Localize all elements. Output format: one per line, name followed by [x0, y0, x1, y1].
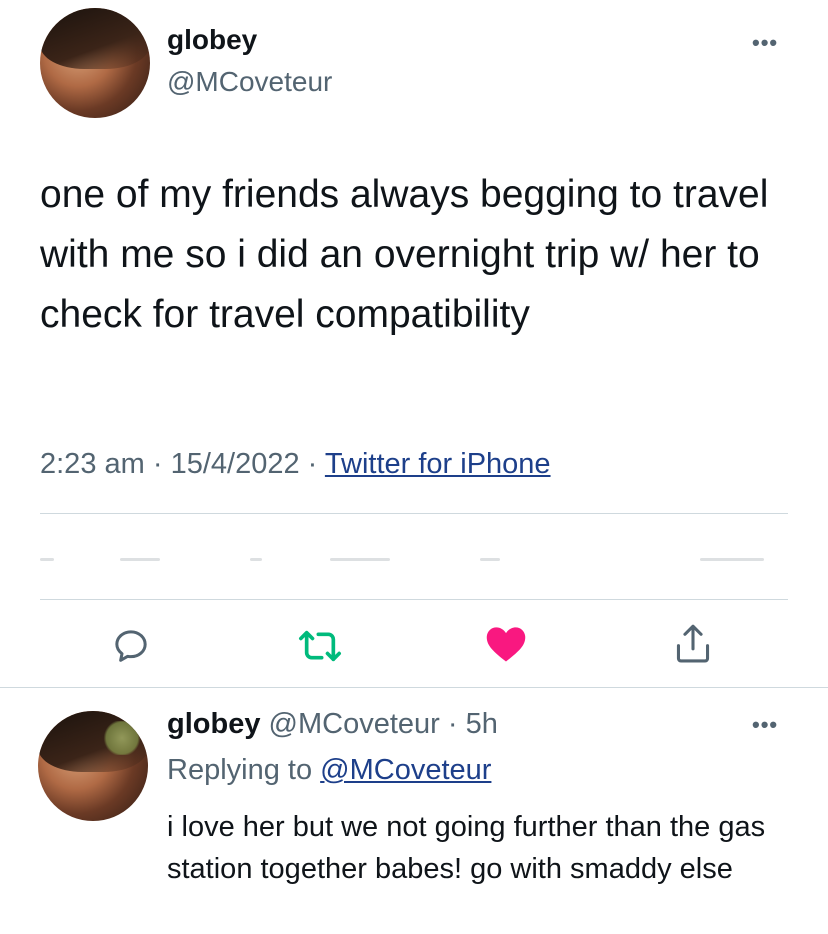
stats-smudge [250, 558, 262, 561]
avatar-hair-shape [40, 8, 150, 69]
like-icon [486, 627, 526, 662]
stats-smudge [120, 558, 160, 561]
author-name[interactable]: globey [167, 24, 257, 56]
retweet-button[interactable] [297, 623, 343, 669]
author-handle[interactable]: @MCoveteur [167, 66, 332, 98]
tweet-time: 2:23 am [40, 448, 145, 480]
stats-smudge [480, 558, 500, 561]
share-icon [676, 624, 710, 663]
stats-smudge [40, 558, 54, 561]
tweet-text: one of my friends always begging to trav… [40, 173, 769, 336]
reply-more-options-button[interactable]: ••• [752, 712, 778, 738]
more-options-button[interactable]: ••• [752, 30, 778, 56]
tweet-source-link[interactable]: Twitter for iPhone [325, 448, 551, 480]
meta-separator: · [307, 448, 318, 480]
reply-author-avatar[interactable] [38, 711, 148, 821]
replying-to-label: Replying to [167, 754, 313, 786]
reply-author-handle[interactable]: @MCoveteur [269, 708, 440, 740]
reply-separator: · [447, 708, 458, 740]
replying-to-line: Replying to @MCoveteur [167, 754, 491, 787]
divider [40, 599, 788, 600]
replying-to-mention[interactable]: @MCoveteur [320, 754, 491, 786]
reply-author-name[interactable]: globey [167, 708, 260, 740]
like-button[interactable] [483, 621, 529, 667]
tweet-meta: 2:23 am · 15/4/2022 · Twitter for iPhone [40, 448, 551, 481]
reply-icon [115, 630, 147, 662]
stats-smudge [330, 558, 390, 561]
reply-text: i love her but we not going further than… [167, 811, 766, 885]
reply-header: globey @MCoveteur · 5h [167, 708, 498, 741]
stats-row [40, 514, 788, 598]
avatar-foliage-shape [102, 721, 142, 755]
author-avatar[interactable] [40, 8, 150, 118]
share-button[interactable] [670, 621, 716, 667]
reply-timestamp[interactable]: 5h [466, 708, 498, 740]
tweet-date: 15/4/2022 [170, 448, 300, 480]
meta-separator: · [152, 448, 163, 480]
section-divider [0, 687, 828, 688]
retweet-icon [299, 630, 341, 662]
reply-button[interactable] [108, 623, 154, 669]
stats-smudge [700, 558, 764, 561]
